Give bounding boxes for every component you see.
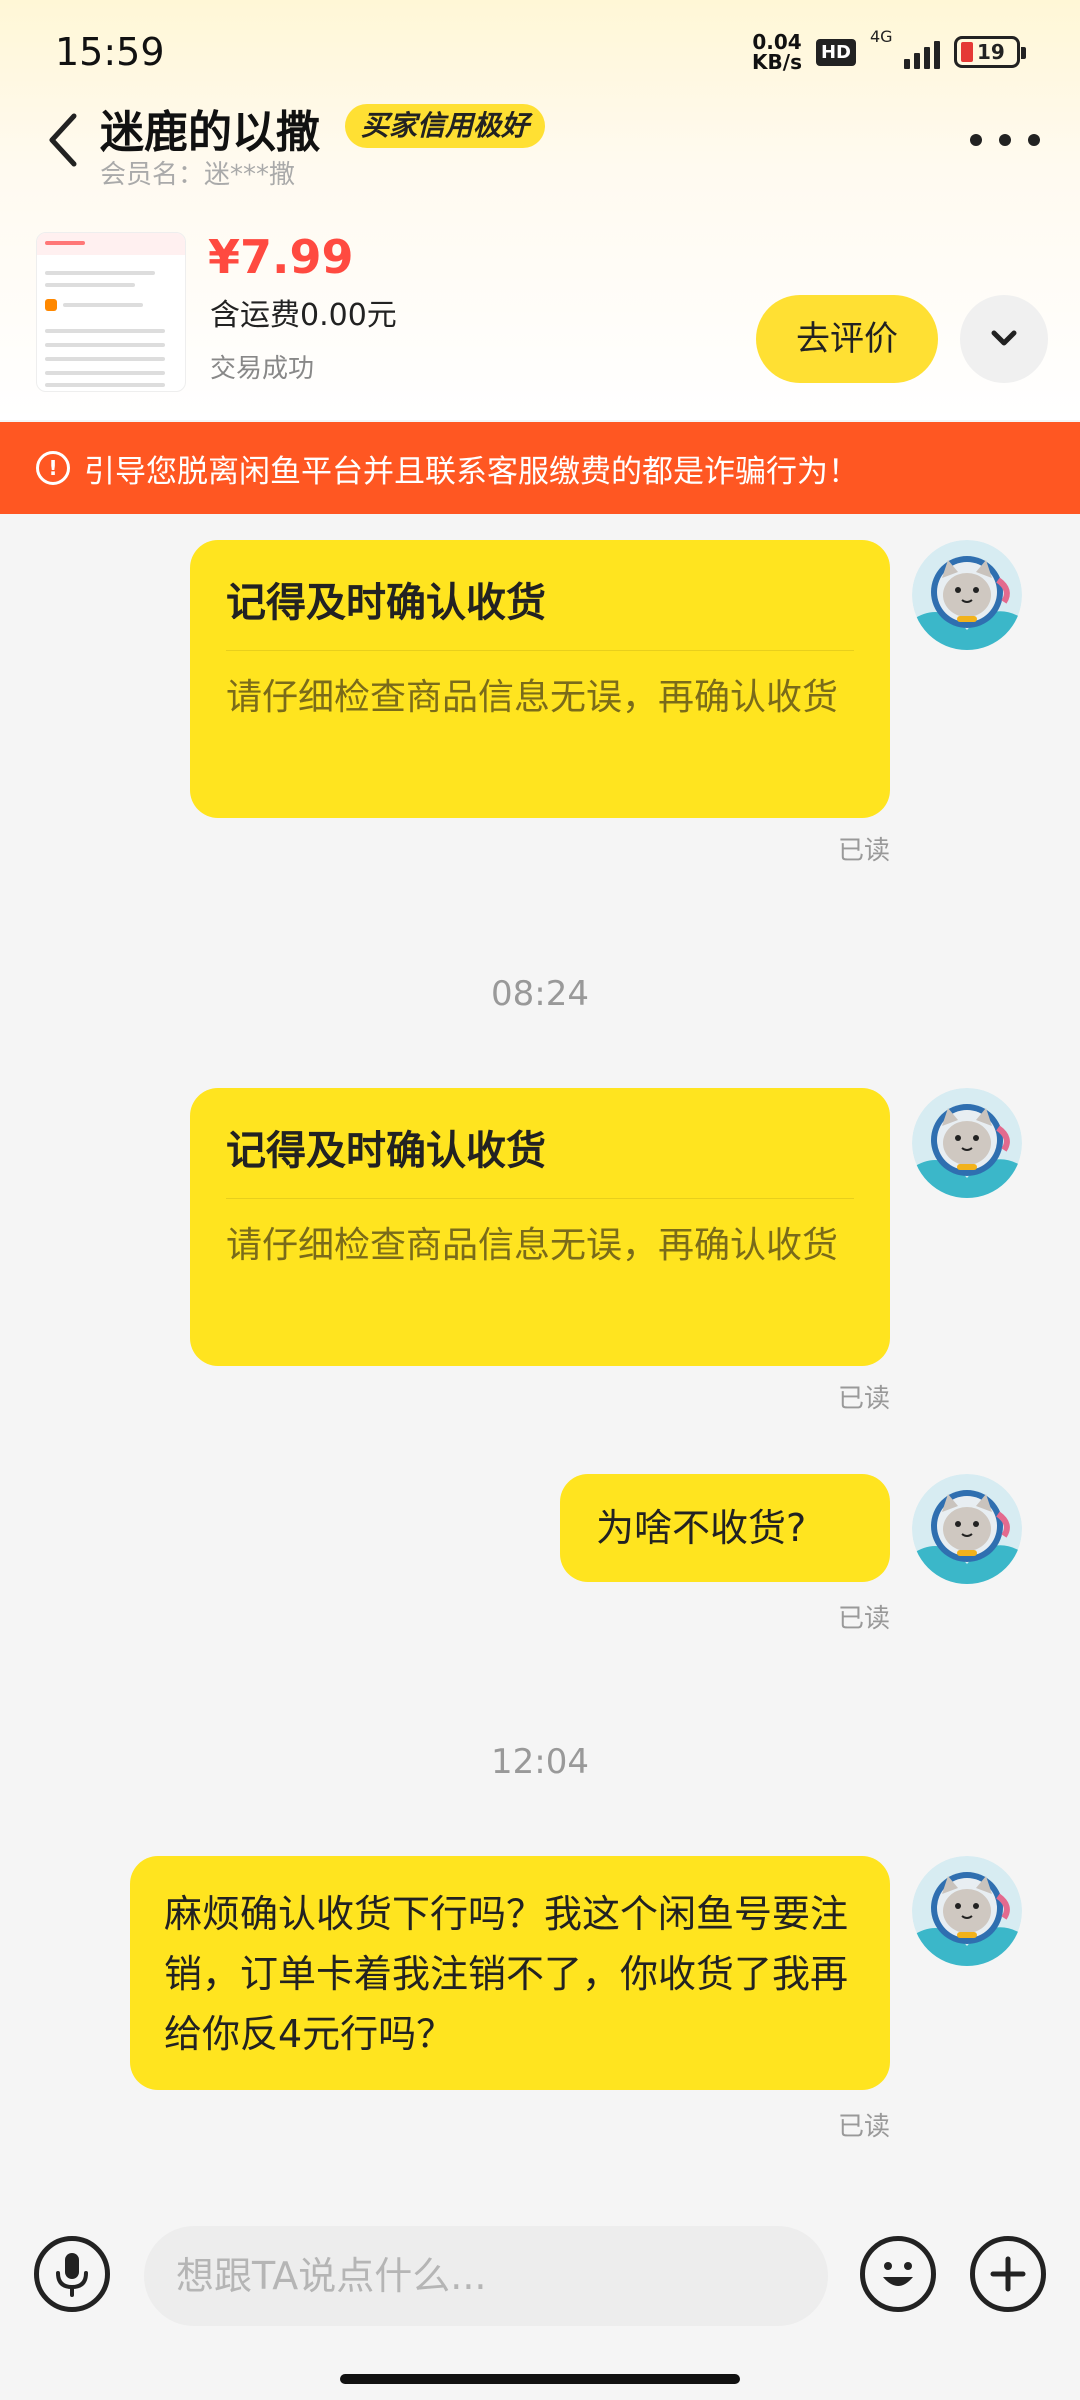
confirm-receipt-card[interactable]: 记得及时确认收货 请仔细检查商品信息无误，再确认收货 [190,540,890,818]
timestamp: 08:24 [491,974,589,1014]
order-status: 交易成功 [210,354,315,384]
avatar[interactable] [912,540,1022,650]
divider [226,650,854,651]
credit-badge: 买家信用极好 [345,104,546,148]
back-button[interactable] [40,100,90,180]
more-actions-button[interactable] [970,2236,1046,2312]
back-arrow-icon [49,113,77,167]
cat-avatar-icon [912,1474,1022,1584]
shipping-fee: 含运费0.00元 [210,298,397,333]
avatar[interactable] [912,1856,1022,1966]
dot-icon [999,134,1011,146]
chat-title[interactable]: 迷鹿的以撒 [100,96,320,160]
network-speed-unit: KB/s [752,50,802,74]
dot-icon [970,134,982,146]
message-bubble[interactable]: 为啥不收货? [560,1474,890,1582]
status-icons: 0.04 KB/s HD 4G 19 [752,27,1026,74]
status-bar: 15:59 0.04 KB/s HD 4G 19 [0,0,1080,100]
hd-icon: HD [815,38,856,66]
member-name: 会员名：迷***撒 [100,160,296,190]
warning-text: 引导您脱离闲鱼平台并且联系客服缴费的都是诈骗行为！ [84,453,859,490]
review-button[interactable]: 去评价 [756,295,938,383]
card-description: 请仔细检查商品信息无误，再确认收货 [226,1225,839,1266]
network-speed-value: 0.04 [752,30,802,54]
avatar[interactable] [912,1088,1022,1198]
network-type: 4G [870,27,893,46]
card-title: 记得及时确认收货 [226,1128,546,1174]
home-indicator[interactable] [340,2374,740,2384]
timestamp: 12:04 [491,1742,589,1782]
cat-avatar-icon [912,1856,1022,1966]
read-receipt: 已读 [837,836,890,866]
product-price: ¥7.99 [208,230,354,284]
microphone-icon [56,2253,88,2297]
dot-icon [1028,134,1040,146]
card-title: 记得及时确认收货 [226,580,546,626]
more-options-button[interactable] [970,120,1040,160]
voice-button[interactable] [34,2236,110,2312]
card-description: 请仔细检查商品信息无误，再确认收货 [226,677,839,718]
cat-avatar-icon [912,1088,1022,1198]
expand-button[interactable] [960,295,1048,383]
battery-level: 19 [977,40,1005,64]
smiley-icon [883,2262,913,2286]
read-receipt: 已读 [837,2112,890,2142]
confirm-receipt-card[interactable]: 记得及时确认收货 请仔细检查商品信息无误，再确认收货 [190,1088,890,1366]
status-time: 15:59 [55,30,165,74]
message-bubble[interactable]: 麻烦确认收货下行吗？我这个闲鱼号要注销，订单卡着我注销不了，你收货了我再给你反4… [130,1856,890,2090]
chevron-down-icon [991,330,1017,346]
product-thumbnail[interactable] [36,232,186,392]
read-receipt: 已读 [837,1604,890,1634]
warning-icon: ! [36,451,70,485]
divider [226,1198,854,1199]
fraud-warning-banner: ! 引导您脱离闲鱼平台并且联系客服缴费的都是诈骗行为！ [0,422,1080,514]
signal-icon: 4G [870,27,940,69]
plus-icon [990,2256,1026,2292]
emoji-button[interactable] [860,2236,936,2312]
read-receipt: 已读 [837,1384,890,1414]
cat-avatar-icon [912,540,1022,650]
battery-icon: 19 [954,36,1026,68]
message-input[interactable] [144,2226,828,2326]
network-speed: 0.04 KB/s [752,32,802,72]
avatar[interactable] [912,1474,1022,1584]
